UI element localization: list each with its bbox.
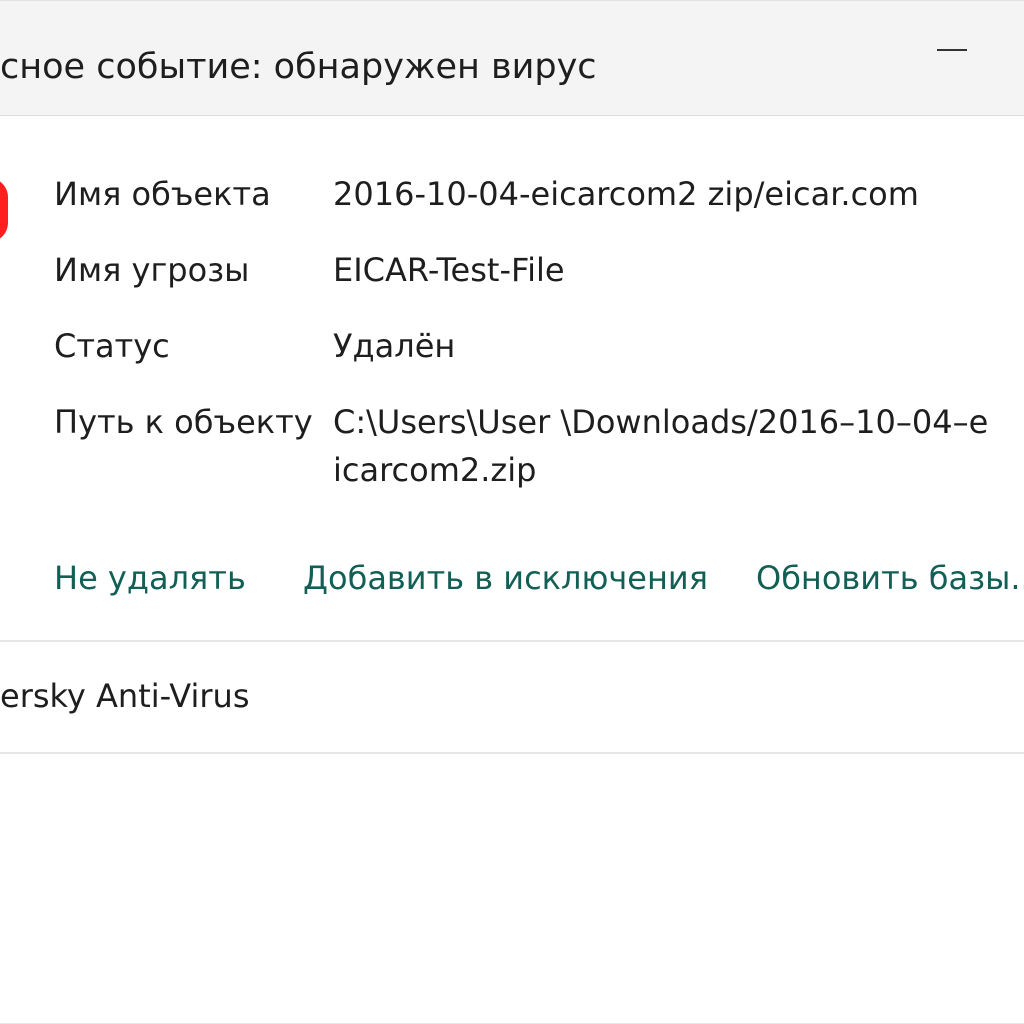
object-path-value: C:\Users\User \Downloads/2016–10–04–eica… <box>333 403 989 489</box>
minimize-icon <box>937 49 967 51</box>
threat-name-value: EICAR-Test-File <box>333 251 565 289</box>
alert-dot-icon <box>0 178 8 242</box>
object-name-value: 2016-10-04-eicarcom2 zip/eicar.com <box>333 175 919 213</box>
action-links: Не удалять Добавить в исключения Обновит… <box>0 552 1024 604</box>
status-label: Статус <box>54 327 170 365</box>
object-path-label: Путь к объекту <box>54 403 313 441</box>
product-name: ersky Anti-Virus <box>0 677 250 715</box>
title-bar: сное событие: обнаружен вирус <box>0 0 1024 116</box>
dont-delete-link[interactable]: Не удалять <box>54 552 246 604</box>
add-exclusion-link[interactable]: Добавить в исключения <box>303 552 708 604</box>
status-value: Удалён <box>333 327 456 365</box>
window-title: сное событие: обнаружен вирус <box>0 47 597 87</box>
notification-window: сное событие: обнаружен вирус Имя объект… <box>0 0 1024 1024</box>
minimize-button[interactable] <box>932 31 972 71</box>
divider <box>0 640 1024 642</box>
divider <box>0 752 1024 754</box>
object-name-label: Имя объекта <box>54 175 271 213</box>
threat-name-label: Имя угрозы <box>54 251 250 289</box>
update-bases-link[interactable]: Обновить базы... <box>756 552 1024 604</box>
